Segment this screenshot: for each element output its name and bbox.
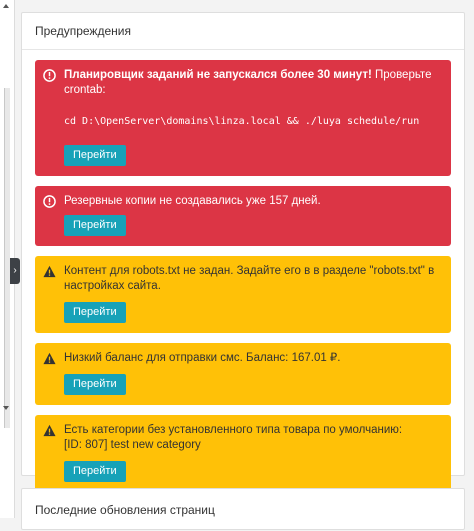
alert-scheduler: Планировщик заданий не запускался более … xyxy=(35,60,451,176)
alert-message: Резервные копии не создавались уже 157 д… xyxy=(64,195,321,207)
go-button-sms[interactable]: Перейти xyxy=(64,374,126,395)
alert-message: Контент для robots.txt не задан. Задайте… xyxy=(64,265,435,292)
recent-updates-panel: Последние обновления страниц xyxy=(21,488,465,530)
go-button-categories[interactable]: Перейти xyxy=(64,461,126,482)
warning-triangle-icon xyxy=(43,265,56,278)
alert-message: Есть категории без установленного типа т… xyxy=(64,424,403,451)
warnings-panel: Предупреждения Планировщик заданий не за… xyxy=(21,12,465,492)
sidebar-toggle-button[interactable]: › xyxy=(10,258,20,284)
crontab-command: cd D:\OpenServer\domains\linza.local && … xyxy=(64,116,420,127)
scroll-down-arrow-icon[interactable] xyxy=(3,406,9,410)
alert-message: Низкий баланс для отправки смс. Баланс: … xyxy=(64,352,341,364)
alert-categories: Есть категории без установленного типа т… xyxy=(35,415,451,492)
alert-robots: Контент для robots.txt не задан. Задайте… xyxy=(35,256,451,333)
recent-updates-title: Последние обновления страниц xyxy=(35,503,215,517)
alert-backups: Резервные копии не создавались уже 157 д… xyxy=(35,186,451,246)
scroll-up-arrow-icon[interactable] xyxy=(3,4,9,8)
warnings-panel-title: Предупреждения xyxy=(22,13,464,50)
go-button-backups[interactable]: Перейти xyxy=(64,215,126,236)
alert-circle-icon xyxy=(43,195,56,208)
alert-message: Планировщик заданий не запускался более … xyxy=(64,69,432,96)
go-button-robots[interactable]: Перейти xyxy=(64,302,126,323)
category-link: [ID: 807] test new category xyxy=(64,439,201,451)
warning-triangle-icon xyxy=(43,352,56,365)
warning-triangle-icon xyxy=(43,424,56,437)
go-button-scheduler[interactable]: Перейти xyxy=(64,145,126,166)
alert-sms-balance: Низкий баланс для отправки смс. Баланс: … xyxy=(35,343,451,405)
alert-circle-icon xyxy=(43,69,56,82)
